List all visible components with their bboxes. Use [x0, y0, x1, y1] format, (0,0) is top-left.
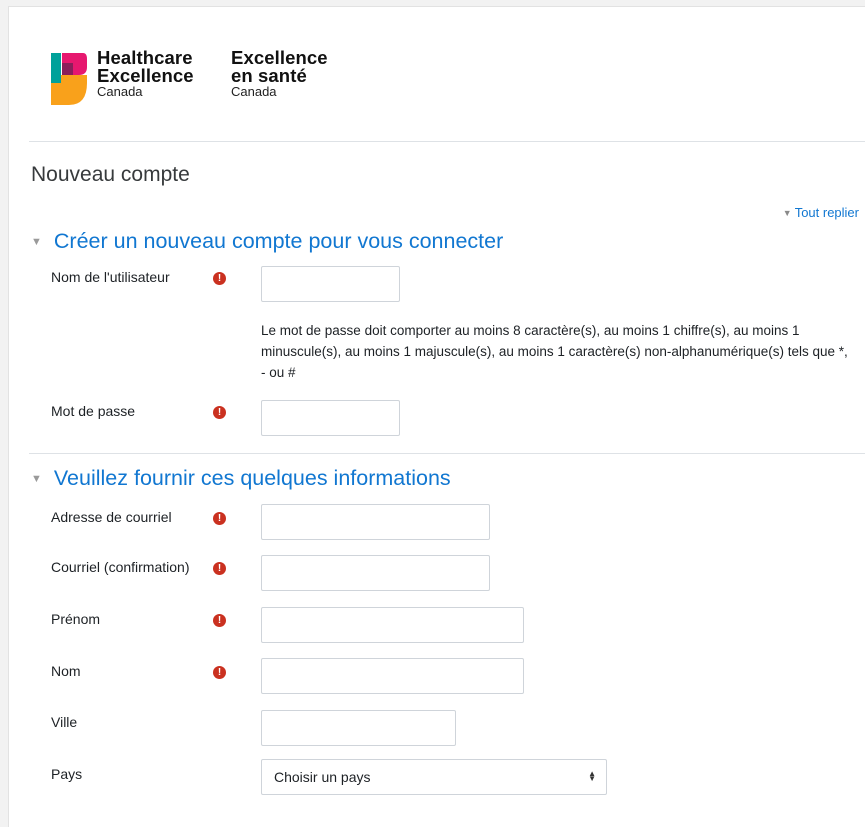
firstname-label: Prénom	[51, 611, 101, 627]
username-label: Nom de l'utilisateur	[51, 269, 170, 285]
country-label: Pays	[51, 766, 83, 782]
site-logo[interactable]: Healthcare Excellence Canada Excellence …	[49, 47, 349, 113]
page-title: Nouveau compte	[31, 163, 190, 186]
collapse-triangle-icon: ▼	[782, 208, 792, 218]
section-create-account-header[interactable]: ▼ Créer un nouveau compte pour vous conne…	[31, 229, 503, 254]
logo-en-line3: Canada	[97, 84, 143, 99]
logo-fr-line2: en santé	[231, 65, 307, 86]
email-confirm-label: Courriel (confirmation)	[51, 559, 190, 575]
logo-mark-icon	[51, 53, 87, 105]
required-icon: !	[213, 512, 226, 525]
required-icon: !	[213, 272, 226, 285]
required-icon: !	[213, 666, 226, 679]
section-collapse-icon: ▼	[31, 473, 42, 485]
logo-text-english: Healthcare Excellence Canada	[97, 48, 194, 99]
select-arrows-icon: ▲ ▼	[588, 769, 596, 784]
required-icon: !	[213, 406, 226, 419]
page-container: Healthcare Excellence Canada Excellence …	[8, 6, 865, 827]
section-create-account-title: Créer un nouveau compte pour vous connec…	[53, 229, 504, 253]
email-label: Adresse de courriel	[51, 509, 172, 525]
lastname-label: Nom	[51, 663, 81, 679]
header-divider	[29, 141, 865, 142]
section-divider	[29, 453, 865, 454]
logo-text-french: Excellence en santé Canada	[231, 48, 328, 99]
email-confirm-input[interactable]	[261, 555, 490, 591]
password-label: Mot de passe	[51, 403, 136, 419]
country-select[interactable]: Choisir un pays ▲ ▼	[261, 759, 607, 795]
collapse-all-link[interactable]: ▼ Tout replier	[783, 205, 859, 220]
firstname-input[interactable]	[261, 607, 524, 643]
password-policy-help: Le mot de passe doit comporter au moins …	[261, 323, 848, 380]
section-collapse-icon: ▼	[31, 236, 42, 248]
required-icon: !	[213, 562, 226, 575]
logo-fr-line3: Canada	[231, 84, 277, 99]
section-more-details-title: Veuillez fournir ces quelques informatio…	[53, 466, 451, 490]
country-select-value: Choisir un pays	[274, 769, 371, 785]
username-input[interactable]	[261, 266, 400, 302]
city-input[interactable]	[261, 710, 456, 746]
collapse-all-label: Tout replier	[794, 205, 859, 220]
lastname-input[interactable]	[261, 658, 524, 694]
email-input[interactable]	[261, 504, 490, 540]
required-icon: !	[213, 614, 226, 627]
password-input[interactable]	[261, 400, 400, 436]
city-label: Ville	[51, 714, 78, 730]
logo-en-line2: Excellence	[97, 65, 194, 86]
section-more-details-header[interactable]: ▼ Veuillez fournir ces quelques informati…	[31, 466, 451, 491]
